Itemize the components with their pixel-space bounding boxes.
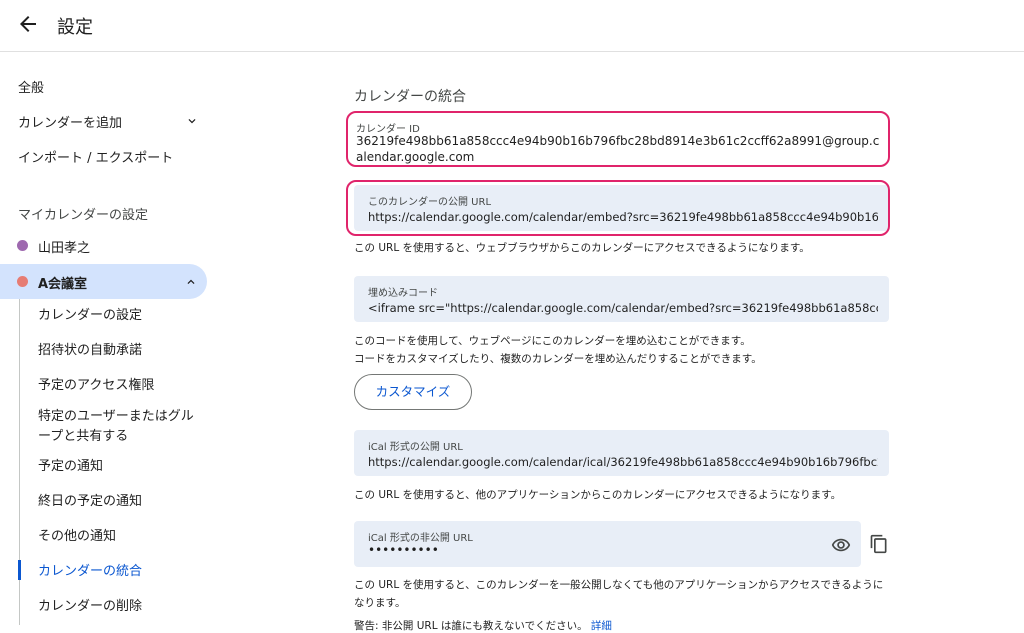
customize-button[interactable]: カスタマイズ [354, 374, 472, 410]
sidebar-sub-all-day-notifications[interactable]: 終日の予定の通知 [38, 492, 142, 512]
sidebar-sub-other-notifications[interactable]: その他の通知 [38, 527, 116, 547]
ical-private-url-field[interactable]: iCal 形式の非公開 URL •••••••••• [354, 521, 861, 567]
public-url-help: この URL を使用すると、ウェブブラウザからこのカレンダーにアクセスできるよう… [354, 242, 810, 254]
sidebar-sub-remove-calendar[interactable]: カレンダーの削除 [38, 597, 142, 617]
ical-private-url-help-1: この URL を使用すると、このカレンダーを一般公開しなくても他のアプリケーショ… [354, 579, 884, 591]
embed-code-label: 埋め込みコード [368, 288, 438, 299]
section-title: カレンダーの統合 [354, 89, 466, 105]
sidebar-calendar-a-room-selected[interactable] [0, 264, 207, 299]
embed-code-field[interactable]: 埋め込みコード <iframe src="https://calendar.go… [354, 276, 889, 322]
ical-public-url-field[interactable]: iCal 形式の公開 URL https://calendar.google.c… [354, 430, 889, 476]
ical-private-url-label: iCal 形式の非公開 URL [368, 533, 473, 544]
ical-private-url-help-2: なります。 [354, 597, 406, 609]
calendar-color-dot [17, 276, 28, 287]
embed-code-help-2: コードをカスタマイズしたり、複数のカレンダーを埋め込んだりすることができます。 [354, 353, 762, 365]
learn-more-link[interactable]: 詳細 [591, 620, 612, 632]
page-title: 設定 [57, 17, 93, 38]
sidebar-heading-my-calendars: マイカレンダーの設定 [18, 208, 149, 223]
sidebar-calendar-a-room[interactable]: A会議室 [38, 273, 87, 292]
top-bar: 設定 [0, 0, 1024, 52]
chevron-up-icon[interactable] [184, 275, 198, 289]
settings-sidebar: 全般 カレンダーを追加 インポート / エクスポート マイカレンダーの設定 山田… [0, 53, 230, 625]
sidebar-sub-share-with-people[interactable]: 特定のユーザーまたはグループと共有する [38, 407, 203, 447]
ical-public-url-value[interactable]: https://calendar.google.com/calendar/ica… [368, 455, 878, 469]
tree-active-indicator [18, 560, 21, 580]
sidebar-calendar-yamada[interactable]: 山田孝之 [38, 237, 90, 256]
sidebar-sub-integrate-calendar[interactable]: カレンダーの統合 [38, 562, 142, 582]
integrate-calendar-section: カレンダーの統合 カレンダー ID 36219fe498bb61a858ccc4… [346, 53, 894, 632]
public-url-highlight [346, 180, 890, 236]
ical-private-url-value[interactable]: •••••••••• [368, 543, 861, 557]
private-url-warning-text: 警告: 非公開 URL は誰にも教えないでください。 [354, 620, 588, 632]
sidebar-item-add-calendar[interactable]: カレンダーを追加 [18, 112, 122, 131]
sidebar-sub-access-permissions[interactable]: 予定のアクセス権限 [38, 376, 154, 396]
private-url-warning: 警告: 非公開 URL は誰にも教えないでください。 詳細 [354, 618, 612, 633]
back-arrow-icon[interactable] [16, 12, 40, 36]
sidebar-item-import-export[interactable]: インポート / エクスポート [18, 147, 173, 166]
embed-code-help-1: このコードを使用して、ウェブページにこのカレンダーを埋め込むことができます。 [354, 335, 751, 347]
calendar-color-dot [17, 240, 28, 251]
calendar-id-value[interactable]: 36219fe498bb61a858ccc4e94b90b16b796fbc28… [356, 133, 886, 165]
sidebar-item-general[interactable]: 全般 [18, 77, 44, 96]
ical-public-url-label: iCal 形式の公開 URL [368, 442, 463, 453]
sidebar-sub-event-notifications[interactable]: 予定の通知 [38, 457, 103, 477]
calendar-id-box: カレンダー ID 36219fe498bb61a858ccc4e94b90b16… [346, 111, 890, 167]
copy-icon[interactable] [869, 534, 889, 554]
sidebar-sub-auto-accept[interactable]: 招待状の自動承諾 [38, 341, 142, 361]
chevron-down-icon[interactable] [185, 114, 199, 128]
ical-public-url-help: この URL を使用すると、他のアプリケーションからこのカレンダーにアクセスでき… [354, 489, 842, 501]
eye-icon[interactable] [831, 535, 851, 555]
sidebar-sub-calendar-settings[interactable]: カレンダーの設定 [38, 306, 142, 326]
embed-code-value[interactable]: <iframe src="https://calendar.google.com… [368, 301, 878, 315]
